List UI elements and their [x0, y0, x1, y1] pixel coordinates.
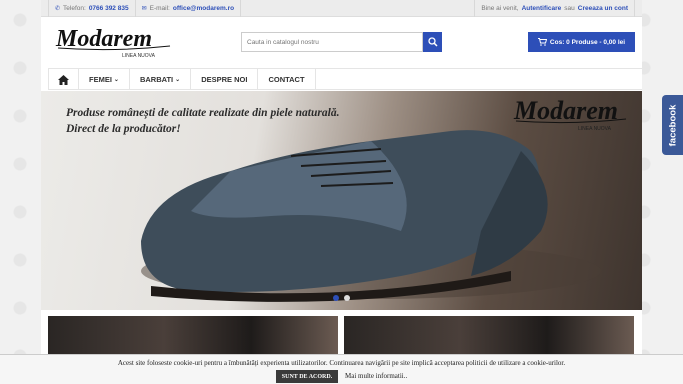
slider-dots: [333, 295, 350, 301]
cookie-message: Acest site foloseste cookie-uri pentru a…: [117, 359, 566, 367]
cart-icon: [537, 38, 547, 46]
nav-barbati[interactable]: BARBATI ⌄: [130, 69, 192, 90]
main-nav: FEMEI ⌄ BARBATI ⌄ DESPRE NOI CONTACT: [48, 68, 642, 90]
nav-contact-label: CONTACT: [268, 75, 305, 84]
account-links: Bine ai venit, Autentificare sau Creeaza…: [474, 0, 635, 17]
cookie-banner: Acest site foloseste cookie-uri pentru a…: [0, 354, 683, 384]
nav-femei[interactable]: FEMEI ⌄: [79, 69, 130, 90]
slider-dot-2[interactable]: [344, 295, 350, 301]
topbar: ✆ Telefon: 0766 392 835 ✉ E-mail: office…: [41, 0, 642, 17]
hero-line-2: Direct de la producător!: [66, 123, 181, 135]
welcome-text: Bine ai venit,: [481, 4, 519, 12]
logo[interactable]: Modarem LINEA NUOVA: [54, 26, 174, 60]
chevron-down-icon: ⌄: [175, 77, 181, 83]
page-container: ✆ Telefon: 0766 392 835 ✉ E-mail: office…: [41, 0, 642, 384]
hero-logo: Modarem LINEA NUOVA: [513, 97, 627, 131]
or-text: sau: [564, 4, 575, 12]
register-link[interactable]: Creeaza un cont: [578, 5, 628, 12]
hero-caption: Produse românești de calitate realizate …: [66, 105, 339, 137]
chevron-down-icon: ⌄: [113, 77, 119, 83]
email-info: ✉ E-mail: office@modarem.ro: [136, 0, 242, 17]
nav-femei-label: FEMEI: [89, 75, 112, 84]
cookie-accept-button[interactable]: SUNT DE ACORD.: [276, 370, 338, 383]
search-button[interactable]: [423, 32, 442, 52]
search-input[interactable]: [241, 32, 423, 52]
cart-label: Cos: 0 Produse - 0,00 lei: [549, 38, 626, 46]
nav-despre-noi-label: DESPRE NOI: [201, 75, 248, 84]
mail-icon: ✉: [141, 5, 147, 12]
nav-barbati-label: BARBATI: [139, 75, 174, 84]
nav-contact[interactable]: CONTACT: [258, 69, 316, 90]
cookie-more-link[interactable]: Mai multe informatii..: [345, 372, 407, 380]
nav-home[interactable]: [48, 69, 79, 90]
home-icon: [58, 74, 69, 85]
phone-label: Telefon:: [63, 4, 86, 12]
hero-logo-tagline: LINEA NUOVA: [578, 126, 612, 131]
email-address[interactable]: office@modarem.ro: [173, 5, 234, 12]
phone-number[interactable]: 0766 392 835: [89, 5, 129, 12]
facebook-tab[interactable]: facebook: [662, 95, 683, 155]
search-icon: [427, 37, 438, 47]
nav-despre-noi[interactable]: DESPRE NOI: [191, 69, 259, 90]
cart-button[interactable]: Cos: 0 Produse - 0,00 lei: [528, 32, 635, 52]
logo-name: Modarem: [55, 26, 152, 52]
phone-info: ✆ Telefon: 0766 392 835: [48, 0, 136, 17]
logo-tagline: LINEA NUOVA: [122, 53, 156, 59]
search-bar: [241, 32, 442, 52]
hero-line-1: Produse românești de calitate realizate …: [66, 107, 340, 119]
login-link[interactable]: Autentificare: [522, 5, 562, 12]
email-label: E-mail:: [149, 4, 170, 12]
hero-slider[interactable]: Produse românești de calitate realizate …: [41, 91, 642, 310]
facebook-label: facebook: [667, 104, 678, 146]
phone-icon: ✆: [55, 5, 61, 12]
slider-dot-1[interactable]: [333, 295, 339, 301]
